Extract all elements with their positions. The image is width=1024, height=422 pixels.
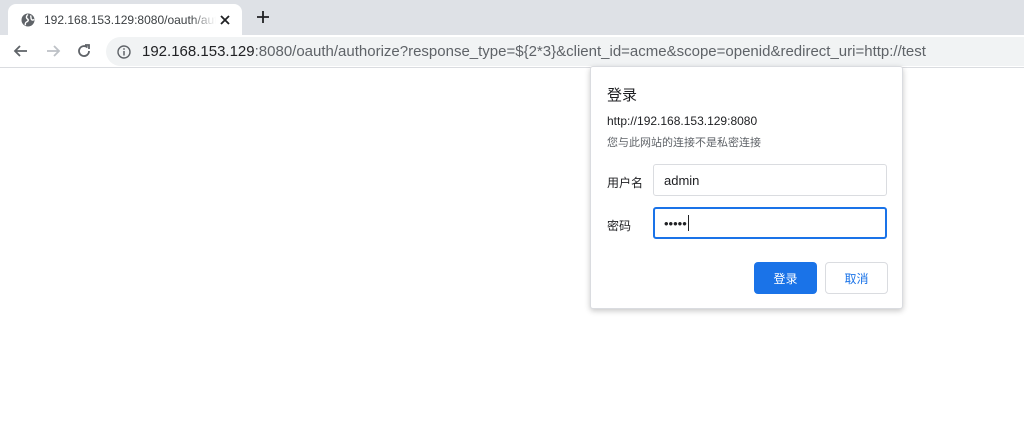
tab-title: 192.168.153.129:8080/oauth/authorize — [44, 12, 216, 27]
globe-icon — [20, 12, 36, 28]
info-icon[interactable] — [116, 44, 132, 60]
forward-arrow-icon[interactable] — [41, 39, 65, 63]
auth-dialog: 登录 http://192.168.153.129:8080 您与此网站的连接不… — [590, 66, 903, 309]
tab-strip: 192.168.153.129:8080/oauth/authorize — [0, 0, 1024, 35]
text-caret — [687, 215, 689, 231]
username-label: 用户名 — [607, 176, 644, 190]
close-icon[interactable] — [216, 11, 234, 29]
address-path: :8080/oauth/authorize?response_type=${2*… — [254, 43, 926, 60]
address-url: 192.168.153.129:8080/oauth/authorize?res… — [142, 43, 926, 60]
address-host: 192.168.153.129 — [142, 43, 255, 60]
password-field[interactable]: ••••• — [653, 207, 887, 239]
dialog-warning: 您与此网站的连接不是私密连接 — [607, 137, 761, 149]
dialog-title: 登录 — [607, 87, 638, 104]
plus-icon[interactable] — [252, 6, 274, 28]
dialog-origin: http://192.168.153.129:8080 — [607, 114, 758, 128]
cancel-button[interactable]: 取消 — [825, 262, 888, 294]
reload-icon[interactable] — [72, 39, 96, 63]
username-field[interactable]: admin — [653, 164, 887, 196]
signin-button[interactable]: 登录 — [754, 262, 817, 294]
browser-toolbar: 192.168.153.129:8080/oauth/authorize?res… — [0, 35, 1024, 68]
back-arrow-icon[interactable] — [9, 39, 33, 63]
address-bar[interactable]: 192.168.153.129:8080/oauth/authorize?res… — [106, 37, 1024, 66]
browser-tab[interactable]: 192.168.153.129:8080/oauth/authorize — [8, 4, 242, 35]
password-value: ••••• — [664, 215, 687, 231]
username-value: admin — [664, 172, 700, 188]
password-label: 密码 — [607, 219, 632, 233]
